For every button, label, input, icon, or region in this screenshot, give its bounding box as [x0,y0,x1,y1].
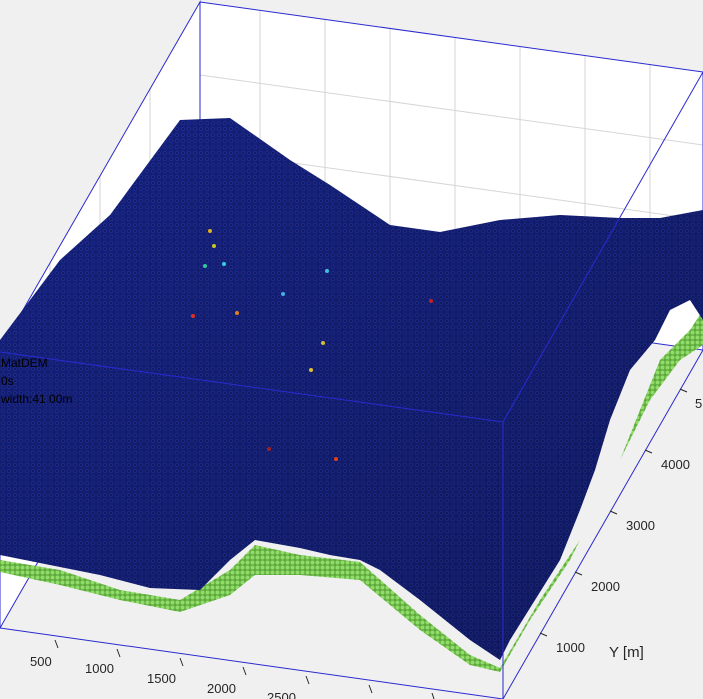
y-tick-label: 1000 [556,640,585,655]
tracer-marker [281,292,285,296]
y-tick-label: 2000 [591,579,620,594]
tracer-marker [212,244,216,248]
x-tick-label: 1500 [147,671,176,686]
tracer-marker [203,264,207,268]
dem-3d-plot[interactable]: 500 1000 1500 2000 2500 1000 2000 3000 4… [0,0,703,699]
x-tick-label: 1000 [85,661,114,676]
tracer-marker [235,311,239,315]
tracer-marker [222,262,226,266]
tracer-marker [321,341,325,345]
tracer-marker [429,299,433,303]
tracer-marker [334,457,338,461]
tracer-marker [267,447,271,451]
plot-canvas: 500 1000 1500 2000 2500 1000 2000 3000 4… [0,0,703,699]
tracer-marker [208,229,212,233]
y-tick-label: 3000 [626,518,655,533]
tracer-marker [309,368,313,372]
y-tick-label: 5 [695,396,702,411]
y-tick-label: 4000 [661,457,690,472]
x-tick-label: 500 [30,654,52,669]
overlay-time: 0s [1,374,14,388]
overlay-width: width:41 00m [1,392,73,406]
tracer-marker [325,269,329,273]
x-tick-label: 2000 [207,681,236,696]
y-axis-label: Y [m] [609,644,644,661]
x-tick-label: 2500 [267,690,296,699]
tracer-marker [191,314,195,318]
overlay-title: MatDEM [1,356,48,370]
x-axis: 500 1000 1500 2000 2500 [30,639,435,699]
